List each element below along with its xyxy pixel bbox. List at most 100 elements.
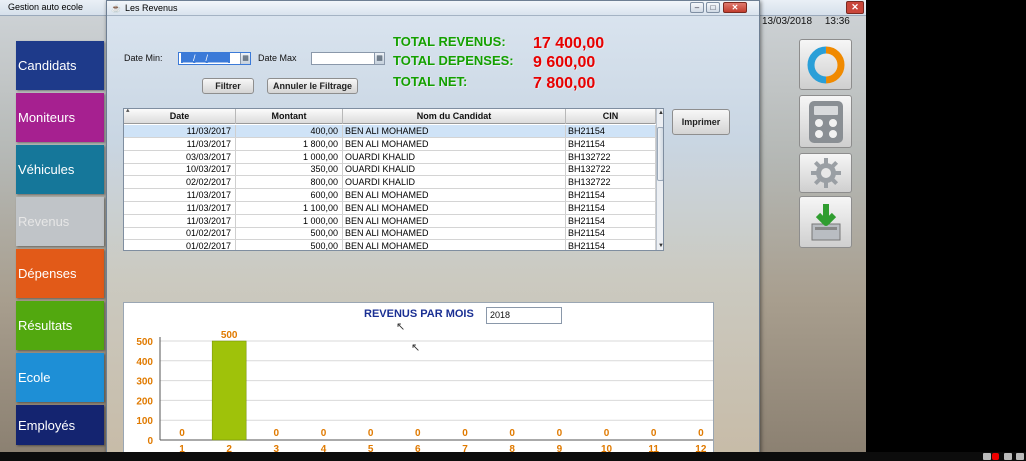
theater-icon[interactable]: [1004, 453, 1012, 460]
calendar-icon[interactable]: ▦: [374, 53, 384, 64]
sidebar-item-employes[interactable]: Employés: [16, 405, 104, 445]
candidat-cell: BEN ALI MOHAMED: [343, 201, 566, 214]
data-label: 0: [651, 428, 657, 439]
sidebar-item-candidats[interactable]: Candidats: [16, 41, 104, 90]
video-controls-bar: [0, 452, 1026, 461]
sidebar-item-resultats[interactable]: Résultats: [16, 301, 104, 350]
montant-cell: 600,00: [236, 189, 343, 201]
date-cell: 11/03/2017: [124, 189, 236, 201]
candidat-cell: BEN ALI MOHAMED: [343, 189, 566, 201]
candidat-cell: OUARDI KHALID: [343, 150, 566, 163]
calculator-icon: [808, 100, 843, 143]
column-header[interactable]: Montant: [236, 109, 343, 124]
sidebar-item-moniteurs[interactable]: Moniteurs: [16, 93, 104, 142]
maximize-button[interactable]: □: [706, 2, 720, 13]
cin-cell: BH21154: [566, 137, 656, 150]
screen: Gestion auto ecole ✕ 13/03/2018 13:36 Ca…: [0, 0, 1026, 461]
data-label: 0: [698, 428, 704, 439]
reset-filter-button[interactable]: Annuler le Filtrage: [267, 78, 358, 94]
date-cell: 02/02/2017: [124, 176, 236, 189]
date-max-input[interactable]: ▦: [311, 52, 385, 65]
montant-cell: 1 000,00: [236, 214, 343, 227]
total-depenses-label: TOTAL DEPENSES:: [393, 53, 514, 68]
cin-cell: BH21154: [566, 201, 656, 214]
table-row[interactable]: 11/03/2017 1 800,00 BEN ALI MOHAMED BH21154: [124, 137, 656, 151]
video-letterbox: [866, 0, 1026, 461]
table-row[interactable]: 10/03/2017 350,00 OUARDI KHALID BH132722: [124, 163, 656, 177]
data-label: 0: [321, 428, 327, 439]
cin-cell: BH21154: [566, 125, 656, 137]
y-tick-label: 400: [136, 357, 153, 368]
table-row[interactable]: 11/03/2017 1 000,00 BEN ALI MOHAMED BH21154: [124, 214, 656, 228]
date-min-value: __/__/____: [181, 53, 231, 63]
cin-cell: BH132722: [566, 163, 656, 176]
window-close-button[interactable]: ✕: [723, 2, 747, 13]
sidebar-item-label: Revenus: [18, 214, 70, 229]
sidebar-item-revenus[interactable]: Revenus: [16, 197, 104, 246]
column-header[interactable]: Date: [124, 109, 236, 124]
settings-icon[interactable]: [983, 453, 991, 460]
table-row[interactable]: 02/02/2017 800,00 OUARDI KHALID BH132722: [124, 176, 656, 190]
sidebar-item-label: Dépenses: [18, 266, 77, 281]
current-date: 13/03/2018: [762, 16, 813, 27]
scroll-thumb[interactable]: [657, 127, 663, 181]
column-header[interactable]: CIN: [566, 109, 656, 124]
column-header[interactable]: Nom du Candidat: [343, 109, 566, 124]
candidat-cell: BEN ALI MOHAMED: [343, 227, 566, 240]
candidat-cell: BEN ALI MOHAMED: [343, 240, 566, 250]
cin-cell: BH21154: [566, 240, 656, 250]
cin-cell: BH132722: [566, 150, 656, 163]
date-min-label: Date Min:: [124, 53, 163, 63]
print-button[interactable]: Imprimer: [672, 109, 730, 135]
sidebar-item-depenses[interactable]: Dépenses: [16, 249, 104, 298]
cin-cell: BH21154: [566, 189, 656, 201]
settings-button[interactable]: [799, 153, 852, 193]
sidebar-item-ecole[interactable]: Ecole: [16, 353, 104, 402]
app-close-button[interactable]: ✕: [846, 1, 864, 14]
table-row[interactable]: 03/03/2017 1 000,00 OUARDI KHALID BH132722: [124, 150, 656, 164]
sidebar-item-label: Ecole: [18, 370, 51, 385]
revenus-window: ☕ Les Revenus ‒ □ ✕ Date Min: __/__/____…: [106, 0, 760, 459]
sync-icon: [807, 46, 844, 83]
scroll-up-icon[interactable]: ▲: [657, 109, 663, 117]
data-label: 0: [557, 428, 563, 439]
date-cell: 11/03/2017: [124, 214, 236, 227]
bar: [211, 340, 247, 441]
window-title-bar: ☕ Les Revenus ‒ □ ✕: [107, 1, 759, 16]
table-row[interactable]: 01/02/2017 500,00 BEN ALI MOHAMED BH21154: [124, 240, 656, 250]
data-label: 0: [179, 428, 185, 439]
data-label: 0: [604, 428, 610, 439]
date-cell: 01/02/2017: [124, 240, 236, 250]
mouse-cursor-icon: ↖: [396, 321, 406, 333]
fullscreen-icon[interactable]: [1016, 453, 1024, 460]
table-header: ▴ Date Montant Nom du Candidat CIN: [124, 109, 656, 124]
y-tick-label: 500: [136, 337, 153, 348]
calendar-icon[interactable]: ▦: [240, 53, 250, 64]
table-scrollbar[interactable]: ▲ ▼: [656, 109, 663, 250]
table-row[interactable]: 11/03/2017 600,00 BEN ALI MOHAMED BH21154: [124, 189, 656, 202]
scroll-down-icon[interactable]: ▼: [657, 242, 663, 250]
table-row[interactable]: 11/03/2017 400,00 BEN ALI MOHAMED BH21154: [124, 125, 656, 138]
cin-cell: BH132722: [566, 176, 656, 189]
filter-button[interactable]: Filtrer: [202, 78, 254, 94]
download-button[interactable]: [799, 196, 852, 248]
calculator-button[interactable]: [799, 95, 852, 148]
sidebar-item-vehicules[interactable]: Véhicules: [16, 145, 104, 194]
candidat-cell: OUARDI KHALID: [343, 163, 566, 176]
date-min-input[interactable]: __/__/____ ▦: [178, 52, 251, 65]
data-label: 0: [415, 428, 421, 439]
table-row[interactable]: 01/02/2017 500,00 BEN ALI MOHAMED BH21154: [124, 227, 656, 241]
hd-badge-icon: [992, 453, 999, 460]
candidat-cell: BEN ALI MOHAMED: [343, 214, 566, 227]
sync-button[interactable]: [799, 39, 852, 90]
table-row[interactable]: 11/03/2017 1 100,00 BEN ALI MOHAMED BH21154: [124, 201, 656, 215]
minimize-button[interactable]: ‒: [690, 2, 704, 13]
sidebar-item-label: Candidats: [18, 58, 77, 73]
data-label: 0: [368, 428, 374, 439]
settings-gear-icon: [810, 158, 841, 188]
y-tick-label: 100: [136, 416, 153, 427]
date-cell: 01/02/2017: [124, 227, 236, 240]
revenus-chart: REVENUS PAR MOIS 2018 0 100 200 300 400 500 0 1…: [123, 302, 714, 459]
mouse-cursor-icon: ↖: [411, 342, 421, 354]
date-time-display: 13/03/2018 13:36: [762, 16, 860, 27]
